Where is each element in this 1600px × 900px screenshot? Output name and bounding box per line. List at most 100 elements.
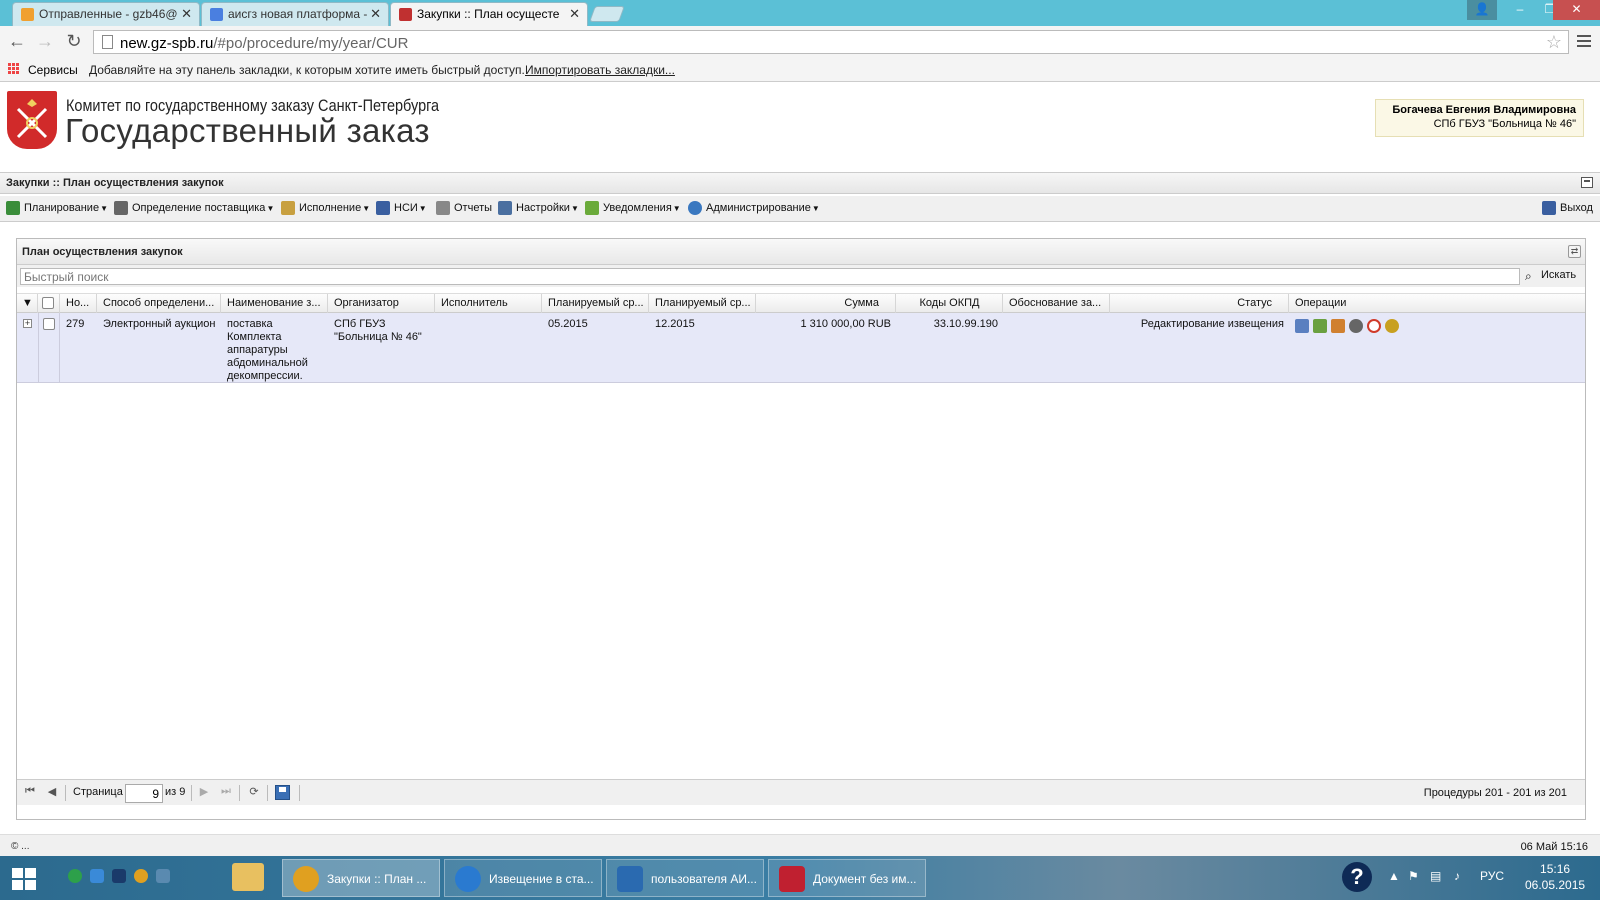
page-icon [102, 35, 113, 49]
col-method[interactable]: Способ определени... [97, 294, 221, 313]
help-icon[interactable]: ? [1342, 862, 1372, 892]
cell-method: Электронный аукцион [103, 318, 216, 330]
browser-toolbar: ← → ↻ new.gz-spb.ru/#po/procedure/my/yea… [0, 26, 1600, 58]
col-status[interactable]: Статус [1110, 294, 1289, 313]
search-button-label: Искать [1541, 269, 1577, 281]
show-hidden-icons[interactable]: ▲ [1388, 869, 1400, 883]
taskbar-label: Извещение в ста... [489, 872, 594, 886]
expand-icon[interactable]: + [23, 319, 32, 328]
col-sum[interactable]: Сумма [756, 294, 896, 313]
logout-button[interactable]: Выход [1542, 201, 1593, 215]
menu-planning[interactable]: Планирование▼ [6, 201, 108, 215]
user-name: Богачева Евгения Владимировна [1392, 104, 1576, 116]
panel-refresh-icon[interactable]: ⇄ [1568, 245, 1581, 258]
prev-page-icon[interactable]: ◀ [45, 785, 59, 799]
settings-icon[interactable] [1349, 319, 1363, 333]
cell-operations [1289, 313, 1489, 383]
taskbar-document[interactable]: Документ без им... [768, 859, 926, 897]
input-language[interactable]: РУС [1480, 869, 1504, 883]
menu-label: Исполнение [299, 202, 362, 214]
import-bookmarks-link[interactable]: Импортировать закладки... [525, 63, 675, 77]
cell-number: 279 [66, 318, 85, 330]
apps-icon[interactable] [8, 63, 20, 75]
menu-settings[interactable]: Настройки▼ [498, 201, 579, 215]
col-name[interactable]: Наименование з... [221, 294, 328, 313]
menu-administration[interactable]: Администрирование▼ [688, 201, 820, 215]
taskbar-ie[interactable]: Извещение в ста... [444, 859, 602, 897]
flag-icon[interactable]: ⚑ [1408, 869, 1419, 883]
launcher-app-icon[interactable] [68, 869, 82, 883]
taskbar-pdf[interactable]: пользователя АИ... [606, 859, 764, 897]
file-explorer-icon[interactable] [232, 863, 264, 891]
menu-nsi[interactable]: НСИ▼ [376, 201, 427, 215]
filter-icon[interactable]: ▼ [22, 297, 33, 309]
chrome-quicklaunch-icon[interactable] [134, 869, 148, 883]
desktop-icon[interactable] [156, 869, 170, 883]
page-number-input[interactable] [125, 784, 163, 803]
tag-icon[interactable] [1313, 319, 1327, 333]
volume-icon[interactable]: ♪ [1454, 869, 1460, 883]
col-okpd[interactable]: Коды ОКПД [896, 294, 1003, 313]
emblem-icon[interactable] [1385, 319, 1399, 333]
tab-close-icon[interactable]: ✕ [181, 6, 192, 22]
refresh-grid-icon[interactable]: ⟳ [247, 785, 261, 799]
col-executor[interactable]: Исполнитель [435, 294, 542, 313]
apps-link[interactable]: Сервисы [28, 63, 78, 77]
profile-icon[interactable]: 👤 [1467, 0, 1497, 20]
ie-quicklaunch-icon[interactable] [90, 869, 104, 883]
menu-reports[interactable]: Отчеты [436, 201, 492, 215]
url-text[interactable]: new.gz-spb.ru/#po/procedure/my/year/CUR [120, 35, 408, 52]
new-tab-button[interactable] [589, 6, 625, 22]
module-title-bar: Закупки :: План осуществления закупок [0, 172, 1600, 194]
refresh-icon[interactable] [1367, 319, 1381, 333]
site-title: Государственный заказ [65, 112, 430, 149]
last-page-icon[interactable]: ⏭ [219, 785, 233, 799]
quick-search-input[interactable] [20, 268, 1520, 285]
menu-notifications[interactable]: Уведомления▼ [585, 201, 681, 215]
close-window-icon[interactable]: ✕ [1553, 0, 1600, 20]
tab-close-icon[interactable]: ✕ [370, 6, 381, 22]
google-icon [210, 8, 223, 21]
execution-icon [281, 201, 295, 215]
col-number[interactable]: Но... [60, 294, 97, 313]
taskbar-chrome[interactable]: Закупки :: План ... [282, 859, 440, 897]
collapse-icon[interactable] [1581, 177, 1593, 188]
col-organizer[interactable]: Организатор [328, 294, 435, 313]
save-icon[interactable] [275, 785, 290, 800]
menu-supplier[interactable]: Определение поставщика▼ [114, 201, 274, 215]
tab-close-icon[interactable]: ✕ [569, 6, 580, 22]
browser-tab-3[interactable]: Закупки :: План осущесте ✕ [390, 2, 588, 26]
windows-start-icon[interactable] [12, 868, 36, 890]
taskbar-label: Документ без им... [813, 872, 917, 886]
network-icon[interactable]: ▤ [1430, 869, 1441, 883]
browser-tab-2[interactable]: аисгз новая платформа - ✕ [201, 2, 389, 26]
chart-icon[interactable] [1331, 319, 1345, 333]
table-row[interactable]: + 279 Электронный аукцион поставка Компл… [17, 313, 1585, 383]
select-all-checkbox[interactable] [42, 297, 54, 309]
col-plan-start[interactable]: Планируемый ср... [542, 294, 649, 313]
bookmark-star-icon[interactable]: ☆ [1546, 32, 1562, 53]
back-icon[interactable]: ← [6, 31, 28, 52]
filter-column[interactable]: ▼ [17, 294, 38, 313]
edit-icon[interactable] [1295, 319, 1309, 333]
browser-tab-1[interactable]: Отправленные - gzb46@ ✕ [12, 2, 200, 26]
forward-icon[interactable]: → [34, 31, 56, 52]
next-page-icon[interactable]: ▶ [197, 785, 211, 799]
search-button[interactable]: ⌕ Искать [1525, 269, 1577, 283]
col-plan-end[interactable]: Планируемый ср... [649, 294, 756, 313]
menu-execution[interactable]: Исполнение▼ [281, 201, 370, 215]
reload-icon[interactable]: ↻ [63, 31, 85, 52]
system-clock[interactable]: 15:16 06.05.2015 [1525, 861, 1585, 893]
spb-emblem-logo[interactable] [7, 91, 57, 149]
cell-justification [1003, 313, 1110, 383]
chrome-menu-icon[interactable] [1577, 35, 1591, 50]
first-page-icon[interactable]: ⏮ [23, 785, 37, 799]
remote-desktop-icon[interactable] [112, 869, 126, 883]
menu-label: Планирование [24, 202, 100, 214]
main-menu: Планирование▼ Определение поставщика▼ Ис… [0, 196, 1600, 222]
separator [191, 785, 192, 801]
minimize-icon[interactable]: – [1505, 0, 1535, 20]
col-justification[interactable]: Обоснование за... [1003, 294, 1110, 313]
row-checkbox[interactable] [43, 318, 55, 330]
address-bar[interactable]: new.gz-spb.ru/#po/procedure/my/year/CUR … [93, 30, 1569, 54]
